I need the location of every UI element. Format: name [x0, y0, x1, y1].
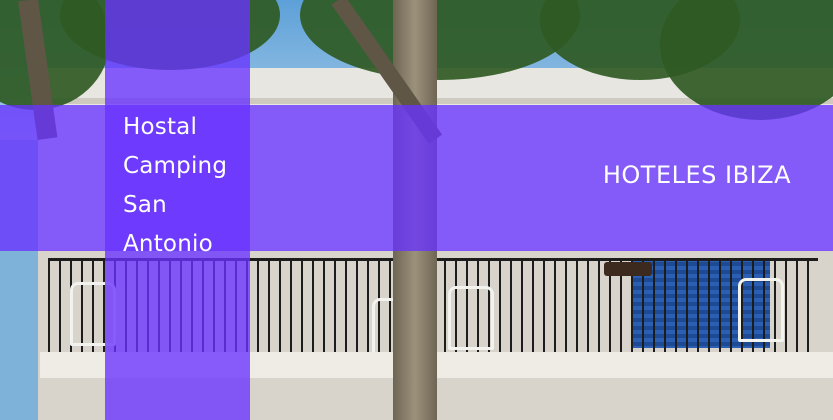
background-chair: [738, 278, 784, 342]
category-label: HOTELES IBIZA: [602, 161, 791, 189]
hotel-name-line: San: [123, 192, 167, 218]
background-chair: [448, 286, 494, 350]
hotel-name-line: Hostal: [123, 114, 198, 140]
hero-banner: Hostal Camping San Antonio HOTELES IBIZA: [0, 0, 833, 420]
background-planter: [604, 262, 652, 276]
hotel-name-line: Antonio: [123, 231, 213, 257]
hotel-name-line: Camping: [123, 153, 228, 179]
hotel-name: Hostal Camping San Antonio: [123, 108, 248, 264]
